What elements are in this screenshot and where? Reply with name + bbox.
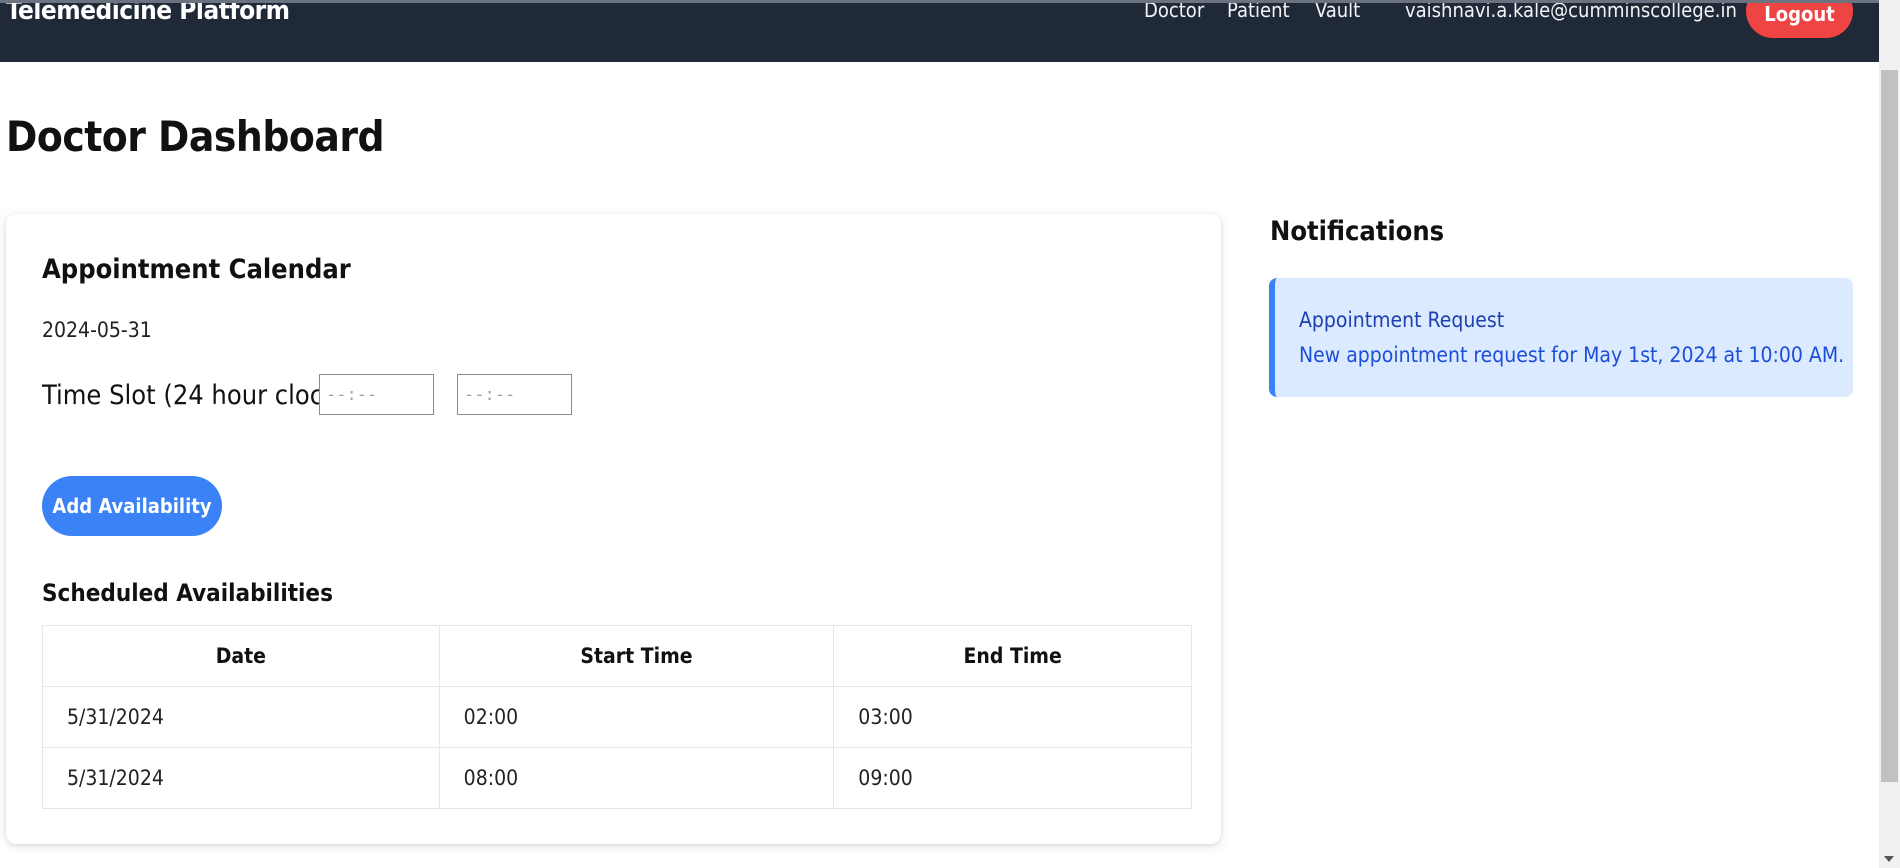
logout-button[interactable]: Logout xyxy=(1746,0,1853,38)
nav-link-doctor[interactable]: Doctor xyxy=(1144,0,1204,22)
cell-end-time: 09:00 xyxy=(833,747,1192,809)
cell-start-time: 02:00 xyxy=(438,686,835,748)
availability-table: Date Start Time End Time 5/31/2024 02:00… xyxy=(42,625,1192,809)
scroll-down-arrow-icon[interactable] xyxy=(1884,856,1894,862)
start-time-input[interactable] xyxy=(319,374,434,415)
window-top-border xyxy=(0,0,1900,3)
notification-title: Appointment Request xyxy=(1299,308,1505,332)
cell-end-time: 03:00 xyxy=(833,686,1192,748)
cell-date: 5/31/2024 xyxy=(42,686,440,748)
appointment-calendar-card: Appointment Calendar 2024-05-31 Time Slo… xyxy=(6,214,1221,844)
calendar-title: Appointment Calendar xyxy=(42,254,351,285)
user-email: vaishnavi.a.kale@cumminscollege.in xyxy=(1405,0,1737,22)
page-title: Doctor Dashboard xyxy=(6,112,385,161)
notification-message: New appointment request for May 1st, 202… xyxy=(1299,343,1845,367)
end-time-input[interactable] xyxy=(457,374,572,415)
time-slot-label: Time Slot (24 hour clock) xyxy=(42,380,347,411)
scrollbar-thumb[interactable] xyxy=(1881,70,1898,782)
column-header-end-time: End Time xyxy=(833,625,1192,687)
table-header-row: Date Start Time End Time xyxy=(42,625,1192,687)
add-availability-button[interactable]: Add Availability xyxy=(42,476,222,536)
cell-start-time: 08:00 xyxy=(438,747,835,809)
top-navbar: Telemedicine Platform Doctor Patient Vau… xyxy=(0,0,1879,62)
nav-link-vault[interactable]: Vault xyxy=(1315,0,1360,22)
scheduled-availabilities-title: Scheduled Availabilities xyxy=(42,579,333,607)
nav-link-patient[interactable]: Patient xyxy=(1227,0,1290,22)
selected-date[interactable]: 2024-05-31 xyxy=(42,318,152,342)
cell-date: 5/31/2024 xyxy=(42,747,440,809)
notification-item[interactable]: Appointment Request New appointment requ… xyxy=(1269,278,1853,397)
column-header-start-time: Start Time xyxy=(438,625,835,687)
brand-title[interactable]: Telemedicine Platform xyxy=(6,0,290,26)
table-row: 5/31/2024 08:00 09:00 xyxy=(42,747,1192,809)
notifications-title: Notifications xyxy=(1270,216,1445,247)
table-row: 5/31/2024 02:00 03:00 xyxy=(42,686,1192,748)
column-header-date: Date xyxy=(42,625,440,687)
